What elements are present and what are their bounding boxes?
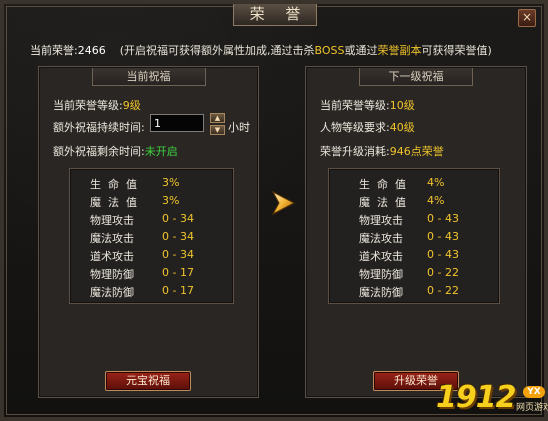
- stat-value: 0 - 22: [427, 266, 459, 279]
- stat-name: 生命值: [90, 178, 144, 191]
- current-level-value: 9级: [122, 99, 141, 112]
- hint-mid: 或通过: [344, 44, 378, 57]
- remaining-label: 额外祝福剩余时间:: [53, 145, 145, 158]
- stat-value: 0 - 34: [162, 248, 194, 261]
- current-level-row: 当前荣誉等级:9级: [53, 97, 141, 113]
- current-blessing-panel: 当前祝福 当前荣誉等级:9级 额外祝福持续时间: ▲ ▼ 小时 额外祝福剩余时间…: [38, 66, 259, 398]
- stepper-up-icon[interactable]: ▲: [210, 113, 225, 123]
- stat-name: 魔法值: [90, 196, 144, 209]
- next-blessing-panel: 下一级祝福 当前荣誉等级:10级 人物等级要求:40级 荣誉升级消耗:946点荣…: [305, 66, 527, 398]
- stat-name: 物理攻击: [90, 214, 134, 227]
- next-level-label: 当前荣誉等级:: [320, 99, 390, 112]
- stat-value: 4%: [427, 194, 445, 207]
- current-honor-value: 2466: [77, 44, 106, 57]
- stat-row: 魔法值 3%: [70, 194, 233, 209]
- remaining-row: 额外祝福剩余时间:未开启: [53, 143, 178, 159]
- level-req-label: 人物等级要求:: [320, 121, 390, 134]
- stat-value: 3%: [162, 176, 180, 189]
- current-blessing-title: 当前祝福: [91, 68, 206, 86]
- stat-value: 0 - 43: [427, 212, 459, 225]
- current-level-label: 当前荣誉等级:: [53, 99, 123, 112]
- stat-name: 物理防御: [90, 268, 134, 281]
- stat-row: 魔法防御 0 - 17: [70, 284, 233, 299]
- next-stats-box: 生命值 4% 魔法值 4% 物理攻击 0 - 43 魔法攻击 0 - 43 道术攻击 0 …: [328, 168, 500, 304]
- stat-name: 魔法防御: [90, 286, 134, 299]
- stat-row: 魔法值 4%: [329, 194, 499, 209]
- stat-name: 魔法攻击: [90, 232, 134, 245]
- site-watermark-logo: 1912 YX 网页游戏: [436, 380, 548, 418]
- duration-input[interactable]: [150, 114, 204, 132]
- stat-name: 魔法攻击: [359, 232, 403, 245]
- stat-row: 生命值 4%: [329, 176, 499, 191]
- honor-window: 荣 誉 × 当前荣誉:2466 (开启祝福可获得额外属性加成,通过击杀BOSS或通…: [0, 0, 548, 421]
- duration-label: 额外祝福持续时间:: [53, 121, 145, 134]
- yuanbao-blessing-button[interactable]: 元宝祝福: [105, 371, 191, 391]
- hint-boss: BOSS: [314, 44, 345, 57]
- level-req-row: 人物等级要求:40级: [320, 119, 415, 135]
- stepper-down-icon[interactable]: ▼: [210, 125, 225, 135]
- stat-value: 0 - 22: [427, 284, 459, 297]
- watermark-badge: YX: [523, 386, 545, 398]
- stat-row: 道术攻击 0 - 43: [329, 248, 499, 263]
- stat-name: 道术攻击: [359, 250, 403, 263]
- stat-value: 0 - 34: [162, 230, 194, 243]
- hint-suffix: 可获得荣誉值): [421, 44, 492, 57]
- next-level-value: 10级: [389, 99, 415, 112]
- stat-row: 物理防御 0 - 22: [329, 266, 499, 281]
- stat-name: 道术攻击: [90, 250, 134, 263]
- stat-row: 物理攻击 0 - 43: [329, 212, 499, 227]
- stat-row: 魔法攻击 0 - 43: [329, 230, 499, 245]
- stat-row: 物理防御 0 - 17: [70, 266, 233, 281]
- next-level-row: 当前荣誉等级:10级: [320, 97, 415, 113]
- upgrade-cost-value: 946点荣誉: [389, 145, 444, 158]
- stat-value: 0 - 43: [427, 230, 459, 243]
- next-blessing-title: 下一级祝福: [359, 68, 473, 86]
- stat-value: 0 - 43: [427, 248, 459, 261]
- window-title: 荣 誉: [233, 4, 317, 26]
- close-button[interactable]: ×: [518, 9, 536, 27]
- stat-value: 0 - 17: [162, 284, 194, 297]
- stat-name: 魔法防御: [359, 286, 403, 299]
- honor-info-line: 当前荣誉:2466 (开启祝福可获得额外属性加成,通过击杀BOSS或通过荣誉副本可…: [30, 42, 492, 58]
- upgrade-cost-label: 荣誉升级消耗:: [320, 145, 390, 158]
- stat-name: 魔法值: [359, 196, 413, 209]
- hint-honor-instance[interactable]: 荣誉副本: [378, 44, 422, 57]
- stat-row: 物理攻击 0 - 34: [70, 212, 233, 227]
- stat-row: 魔法攻击 0 - 34: [70, 230, 233, 245]
- watermark-number: 1912: [436, 380, 516, 415]
- stat-name: 物理攻击: [359, 214, 403, 227]
- upgrade-cost-row: 荣誉升级消耗:946点荣誉: [320, 143, 444, 159]
- right-arrow-icon: [271, 190, 296, 216]
- stat-name: 生命值: [359, 178, 413, 191]
- stat-value: 3%: [162, 194, 180, 207]
- watermark-subtitle: 网页游戏: [516, 403, 548, 413]
- stat-value: 0 - 34: [162, 212, 194, 225]
- stat-name: 物理防御: [359, 268, 403, 281]
- remaining-value: 未开启: [144, 145, 178, 158]
- stat-value: 0 - 17: [162, 266, 194, 279]
- hint-prefix: (开启祝福可获得额外属性加成,通过击杀: [119, 44, 315, 57]
- stat-value: 4%: [427, 176, 445, 189]
- duration-unit: 小时: [228, 121, 250, 134]
- level-req-value: 40级: [389, 121, 415, 134]
- stat-row: 道术攻击 0 - 34: [70, 248, 233, 263]
- current-honor-label: 当前荣誉:: [30, 44, 78, 57]
- stat-row: 魔法防御 0 - 22: [329, 284, 499, 299]
- current-stats-box: 生命值 3% 魔法值 3% 物理攻击 0 - 34 魔法攻击 0 - 34 道术攻击 0 …: [69, 168, 234, 304]
- stat-row: 生命值 3%: [70, 176, 233, 191]
